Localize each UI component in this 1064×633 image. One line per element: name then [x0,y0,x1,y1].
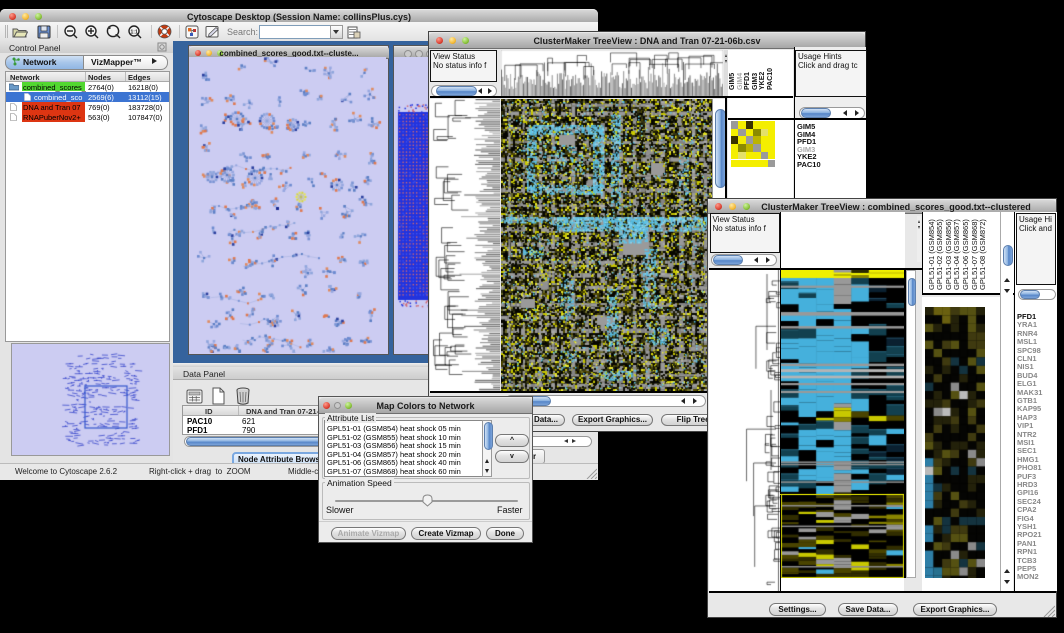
svg-text:1:1: 1:1 [131,30,138,36]
